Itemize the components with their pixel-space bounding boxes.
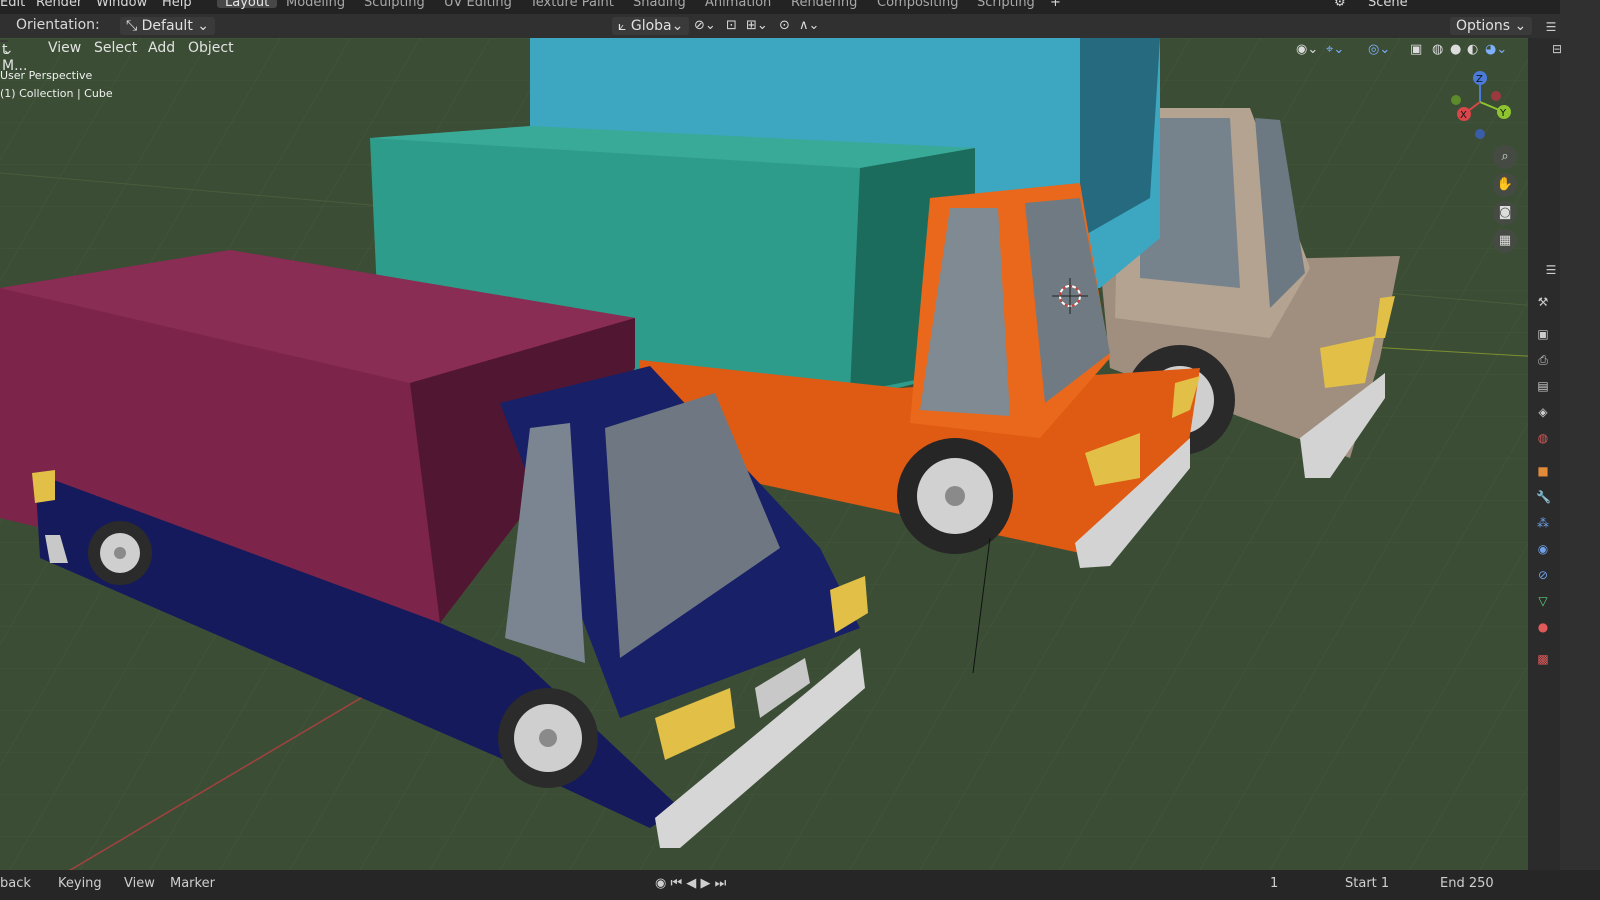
transform-orientation-value: Globa: [630, 18, 672, 34]
navigation-gizmo[interactable]: Z Y X: [1440, 68, 1520, 148]
data-icon[interactable]: ▽: [1536, 594, 1550, 608]
wireframe-shading-icon[interactable]: ◍: [1432, 42, 1443, 57]
collection-label: (1) Collection | Cube: [0, 87, 113, 100]
timeline-view[interactable]: View: [124, 876, 155, 891]
add-workspace-button[interactable]: +: [1050, 0, 1061, 9]
orientation-icon: ⤡: [126, 18, 142, 34]
options-label: Options: [1456, 18, 1511, 34]
tab-modeling[interactable]: Modeling: [286, 0, 345, 9]
snap-target-icon[interactable]: ⊞⌄: [746, 18, 768, 33]
xray-icon[interactable]: ▣: [1410, 42, 1422, 57]
menu-add[interactable]: Add: [148, 40, 175, 56]
scene-props-icon[interactable]: ◈: [1536, 405, 1550, 419]
zoom-icon[interactable]: ⌕: [1493, 145, 1517, 169]
view-layer-icon[interactable]: ▤: [1536, 379, 1550, 393]
tab-compositing[interactable]: Compositing: [877, 0, 959, 9]
texture-icon[interactable]: ▩: [1536, 652, 1550, 666]
menu-view[interactable]: View: [48, 40, 81, 56]
gizmo-toggle-icon[interactable]: ⌖⌄: [1326, 42, 1344, 57]
chevron-down-icon: ⌄: [671, 18, 684, 34]
timeline-header: back Keying View Marker ◉ ⏮ ◀ ▶ ⏭ 1 Star…: [0, 870, 1600, 900]
pivot-icon[interactable]: ⊘⌄: [694, 18, 716, 33]
axes-icon: ⟀: [618, 18, 631, 34]
menu-object[interactable]: Object: [188, 40, 234, 56]
timeline-playback[interactable]: back: [0, 876, 31, 891]
outliner-edge: [1560, 0, 1600, 900]
falloff-icon[interactable]: ∧⌄: [799, 18, 819, 33]
tab-shading[interactable]: Shading: [633, 0, 686, 9]
gizmo-x-label: X: [1460, 110, 1467, 121]
rendered-shading-icon[interactable]: ◕⌄: [1485, 42, 1507, 57]
snap-icon[interactable]: ⊡: [726, 18, 737, 33]
constraint-icon[interactable]: ⊘: [1536, 568, 1550, 582]
chevron-down-icon: ⌄: [197, 18, 209, 34]
chevron-down-icon: ⌄: [2, 42, 14, 58]
transform-orientation-dropdown[interactable]: ⟀ Globa⌄: [612, 17, 690, 35]
orientation-value: Default: [141, 18, 193, 34]
frame-start[interactable]: Start 1: [1345, 876, 1389, 891]
menu-select[interactable]: Select: [94, 40, 137, 56]
mode-dropdown[interactable]: t M... ⌄: [0, 40, 27, 74]
camera-icon[interactable]: ◙: [1493, 201, 1517, 225]
viewport-scene[interactable]: [0, 38, 1560, 882]
gizmo-y-label: Y: [1499, 108, 1507, 119]
hand-icon[interactable]: ✋: [1493, 173, 1517, 197]
scene-icon[interactable]: ⚙: [1334, 0, 1346, 9]
current-frame[interactable]: 1: [1270, 876, 1278, 891]
visibility-icon[interactable]: ◉⌄: [1296, 42, 1318, 57]
material-icon[interactable]: ●: [1536, 620, 1550, 634]
render-icon[interactable]: ▣: [1536, 327, 1550, 341]
tab-texture-paint[interactable]: Texture Paint: [530, 0, 614, 9]
menu-edit[interactable]: Edit: [0, 0, 25, 9]
particles-icon[interactable]: ⁂: [1536, 516, 1550, 530]
properties-tab-bar: [1528, 38, 1560, 882]
orientation-dropdown[interactable]: ⤡ Default ⌄: [120, 17, 215, 35]
proportional-edit-icon[interactable]: ⊙: [779, 18, 790, 33]
menu-window[interactable]: Window: [96, 0, 147, 9]
3d-viewport[interactable]: [0, 38, 1560, 882]
output-icon[interactable]: ⎙: [1536, 353, 1550, 367]
tab-uv-editing[interactable]: UV Editing: [444, 0, 512, 9]
perspective-label: User Perspective: [0, 69, 93, 82]
editor-type-icon[interactable]: ☰: [1544, 20, 1558, 34]
object-icon[interactable]: ■: [1536, 464, 1550, 478]
timeline-marker[interactable]: Marker: [170, 876, 215, 891]
overlay-icon[interactable]: ◎⌄: [1368, 42, 1390, 57]
scene-name[interactable]: Scene: [1368, 0, 1408, 9]
gizmo-z-label: Z: [1476, 74, 1483, 85]
physics-icon[interactable]: ◉: [1536, 542, 1550, 556]
tab-scripting[interactable]: Scripting: [977, 0, 1035, 9]
tab-sculpting[interactable]: Sculpting: [364, 0, 425, 9]
material-shading-icon[interactable]: ◐: [1467, 42, 1478, 57]
properties-editor-icon[interactable]: ☰: [1544, 263, 1558, 277]
tab-animation[interactable]: Animation: [705, 0, 771, 9]
tool-icon[interactable]: ⚒: [1536, 295, 1550, 309]
tab-layout[interactable]: Layout: [217, 0, 278, 9]
chevron-down-icon: ⌄: [1514, 18, 1527, 34]
orientation-label: Orientation:: [16, 17, 100, 33]
modifier-icon[interactable]: 🔧: [1536, 490, 1551, 504]
timeline-keying[interactable]: Keying: [58, 876, 102, 891]
options-dropdown[interactable]: Options ⌄: [1450, 17, 1533, 35]
menu-render[interactable]: Render: [36, 0, 82, 9]
filter-icon[interactable]: ⊟: [1550, 42, 1564, 56]
frame-end[interactable]: End 250: [1440, 876, 1494, 891]
tab-rendering[interactable]: Rendering: [791, 0, 857, 9]
tool-header: Orientation: ⤡ Default ⌄ ⟀ Globa⌄ ⊘⌄ ⊡ ⊞…: [0, 14, 1560, 38]
solid-shading-icon[interactable]: ●: [1450, 42, 1461, 57]
top-bar: Edit Render Window Help Layout Modeling …: [0, 0, 1600, 14]
playback-controls-icon[interactable]: ◉ ⏮ ◀ ▶ ⏭: [655, 876, 726, 891]
ortho-grid-icon[interactable]: ▦: [1493, 229, 1517, 253]
world-icon[interactable]: ◍: [1536, 431, 1550, 445]
menu-help[interactable]: Help: [162, 0, 192, 9]
